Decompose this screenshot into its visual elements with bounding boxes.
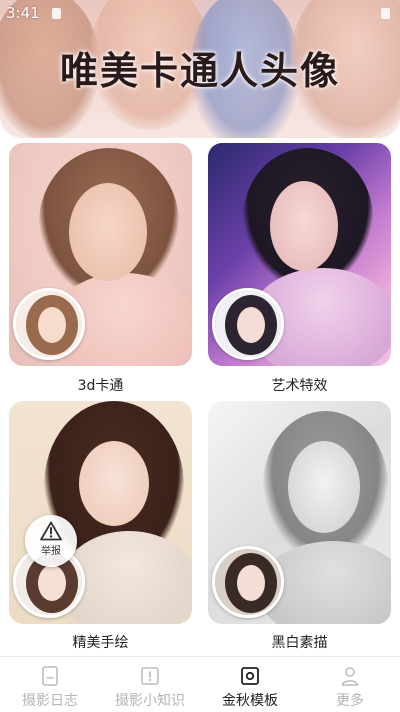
nav-item-tips[interactable]: 摄影小知识 [100,657,200,712]
card-label-3d-cartoon[interactable]: 3d卡通 [9,375,192,395]
bottom-navigation: 摄影日志 摄影小知识 金秋模板 更多 [0,656,400,712]
portrait-face [270,181,338,271]
portrait-face [288,441,360,533]
nav-label-more: 更多 [336,693,364,709]
card-label-art-effect[interactable]: 艺术特效 [208,375,391,395]
sample-thumbnail [212,288,284,360]
card-label-hand-drawn[interactable]: 精美手绘 [9,632,192,652]
sample-thumbnail [212,546,284,618]
battery-icon [381,8,390,19]
nav-label-journal: 摄影日志 [22,693,78,709]
status-time: 3:41 [6,4,40,22]
nav-label-templates: 金秋模板 [222,693,278,709]
nav-item-more[interactable]: 更多 [300,657,400,712]
status-bar: 3:41 [0,0,400,26]
banner-title: 唯美卡通人头像 [59,48,340,93]
journal-icon [42,666,58,686]
portrait-face [69,183,147,281]
notification-icon [52,8,61,19]
card-art-effect[interactable] [208,143,391,366]
nav-item-journal[interactable]: 摄影日志 [0,657,100,712]
card-hand-drawn[interactable] [9,401,192,624]
nav-item-templates[interactable]: 金秋模板 [200,657,300,712]
template-icon [241,667,259,685]
nav-label-tips: 摄影小知识 [115,693,185,709]
sample-thumbnail [13,288,85,360]
info-card-icon [141,667,159,685]
card-label-sketch[interactable]: 黑白素描 [208,632,391,652]
person-icon [341,667,359,686]
report-button[interactable]: 举报 [25,515,77,567]
portrait-face [79,441,149,526]
card-sketch[interactable] [208,401,391,624]
card-3d-cartoon[interactable] [9,143,192,366]
warning-triangle-icon [40,521,62,541]
report-label: 举报 [41,546,61,557]
